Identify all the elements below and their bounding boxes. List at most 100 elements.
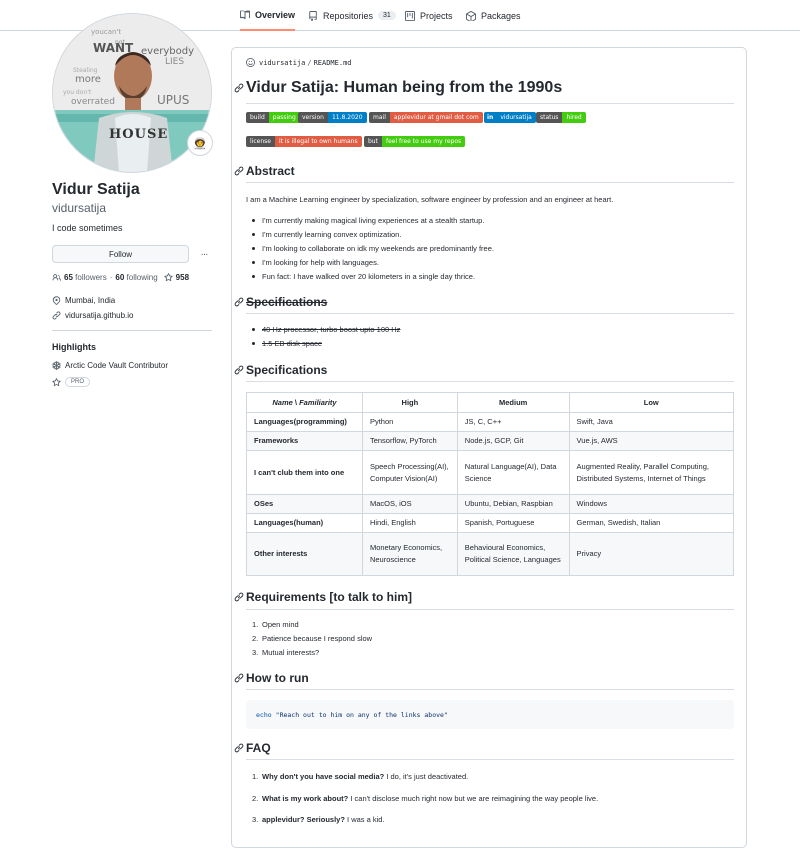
table-cell: Speech Processing(AI), Computer Vision(A… (361, 450, 458, 495)
badge-build[interactable]: build passing (246, 112, 300, 123)
code-block[interactable]: echo "Reach out to him on any of the lin… (246, 700, 734, 729)
tab-projects[interactable]: Projects (405, 0, 453, 31)
heading-rule (246, 689, 734, 690)
readme-path-file[interactable]: README.md (314, 59, 352, 67)
followers-link[interactable]: 65 followers (64, 273, 107, 282)
project-icon (405, 10, 415, 21)
abstract-list-item: I'm looking for help with languages. (262, 258, 379, 267)
bullet (252, 275, 255, 278)
requirement-item: Patience because I respond slow (262, 634, 373, 643)
tab-packages-label: Packages (481, 10, 521, 21)
how-to-run-heading: How to run (234, 671, 309, 685)
sidebar-divider (52, 330, 212, 331)
badge-status[interactable]: status hired (536, 112, 586, 123)
readme-path-user[interactable]: vidursatija (259, 59, 305, 67)
status-emoji-button[interactable]: 🧑‍🚀 (187, 130, 213, 156)
stars-link[interactable]: 958 (164, 273, 189, 282)
table-cell: Languages(human) (246, 513, 363, 533)
faq-answer: I do, it's just deactivated. (386, 772, 469, 781)
faq-question: applevidur? Seriously? (262, 815, 345, 824)
faq-question: What is my work about? (262, 794, 349, 803)
badge-license-label: license (246, 136, 275, 147)
table-header-name: Name \ Familiarity (246, 392, 363, 413)
badge-status-label: status (536, 112, 563, 123)
website[interactable]: vidursatija.github.io (52, 311, 133, 320)
faq-heading: FAQ (234, 741, 271, 755)
abstract-heading-text: Abstract (246, 164, 295, 178)
table-cell: Augmented Reality, Parallel Computing, D… (568, 450, 735, 495)
anchor-link-icon[interactable] (234, 673, 244, 683)
repo-icon (309, 10, 317, 21)
anchor-link-icon[interactable] (234, 83, 244, 93)
follow-stats: 65 followers · 60 following 958 (52, 273, 189, 282)
list-number: 2. (252, 634, 259, 643)
tab-overview[interactable]: Overview (240, 0, 296, 31)
table-cell: Swift, Java (568, 412, 735, 432)
badge-but[interactable]: but feel free to use my repos (364, 136, 466, 147)
heading-rule (246, 103, 734, 104)
badge-version[interactable]: version 11.8.2020 (298, 112, 367, 123)
profile-bio: I code sometimes (52, 223, 123, 233)
book-icon (240, 10, 250, 19)
list-number: 2. (252, 794, 259, 803)
requirements-heading: Requirements [to talk to him] (234, 590, 412, 604)
anchor-link-icon[interactable] (234, 297, 244, 307)
anchor-link-icon[interactable] (234, 592, 244, 602)
table-cell: Behavioural Economics, Political Science… (456, 532, 570, 576)
tab-overview-label: Overview (255, 9, 296, 20)
highlights-title: Highlights (52, 342, 96, 352)
table-header-familiarity: Familiarity (299, 398, 337, 407)
faq-item: applevidur? Seriously? I was a kid. (262, 815, 385, 824)
faq-answer: I can't disclose much right now but we a… (350, 794, 599, 803)
anchor-link-icon[interactable] (234, 365, 244, 375)
anchor-link-icon[interactable] (234, 166, 244, 176)
following-link[interactable]: 60 following (115, 273, 157, 282)
table-row: I can't club them into one Speech Proces… (246, 450, 735, 495)
specifications-heading-text: Specifications (246, 363, 328, 377)
table-header: Low (568, 392, 735, 413)
tab-repositories[interactable]: Repositories 31 (308, 0, 396, 31)
struck-spec-item: 1.5 EB disk space (262, 339, 323, 348)
badge-license[interactable]: license it is illegal to own humans (246, 136, 362, 147)
pro-badge: PRO (65, 377, 91, 387)
bullet (252, 219, 255, 222)
table-row: OSes MacOS, iOS Ubuntu, Debian, Raspbian… (246, 494, 735, 514)
faq-question: Why don't you have social media? (262, 772, 385, 781)
badge-linkedin[interactable]: in vidursatija (484, 112, 536, 123)
faq-item: Why don't you have social media? I do, i… (262, 772, 468, 781)
readme-path-separator: / (307, 58, 312, 67)
specifications-table: Name \ Familiarity High Medium Low Langu… (246, 392, 735, 576)
heading-rule (246, 313, 734, 314)
svg-text:LIES: LIES (165, 57, 184, 67)
table-header-row: Name \ Familiarity High Medium Low (246, 392, 735, 413)
anchor-link-icon[interactable] (234, 743, 244, 753)
svg-text:overrated: overrated (71, 97, 115, 107)
specifications-heading: Specifications (234, 363, 327, 377)
tab-packages[interactable]: Packages (466, 0, 521, 31)
package-icon (466, 10, 476, 21)
location-text: Mumbai, India (65, 296, 116, 305)
abstract-list-item: I'm currently making magical living expe… (262, 216, 485, 225)
svg-text:you don't: you don't (63, 89, 92, 96)
table-cell: Monetary Economics, Neuroscience (361, 532, 458, 576)
code-command: echo (256, 710, 272, 719)
table-cell: Frameworks (246, 431, 363, 451)
faq-answer: I was a kid. (347, 815, 385, 824)
table-cell: Vue.js, AWS (568, 431, 735, 451)
tab-projects-label: Projects (420, 10, 453, 21)
website-link[interactable]: vidursatija.github.io (65, 311, 133, 320)
arctic-vault-icon (52, 361, 61, 370)
badge-mail-label: mail (369, 112, 390, 123)
more-options-button[interactable]: ··· (196, 245, 212, 263)
followers-count: 65 (64, 273, 73, 282)
table-header: High (361, 392, 458, 413)
linkedin-icon: in (484, 112, 497, 123)
badge-but-value: feel free to use my repos (381, 136, 466, 147)
star-icon (164, 273, 173, 282)
follow-button[interactable]: Follow (52, 245, 189, 263)
badge-mail[interactable]: mail applevidur at gmail dot com (369, 112, 483, 123)
specifications-struck-heading: Specifications (234, 295, 327, 309)
smiley-icon (246, 58, 255, 67)
badge-mail-value: applevidur at gmail dot com (389, 112, 483, 123)
svg-text:Stealing: Stealing (73, 67, 98, 74)
